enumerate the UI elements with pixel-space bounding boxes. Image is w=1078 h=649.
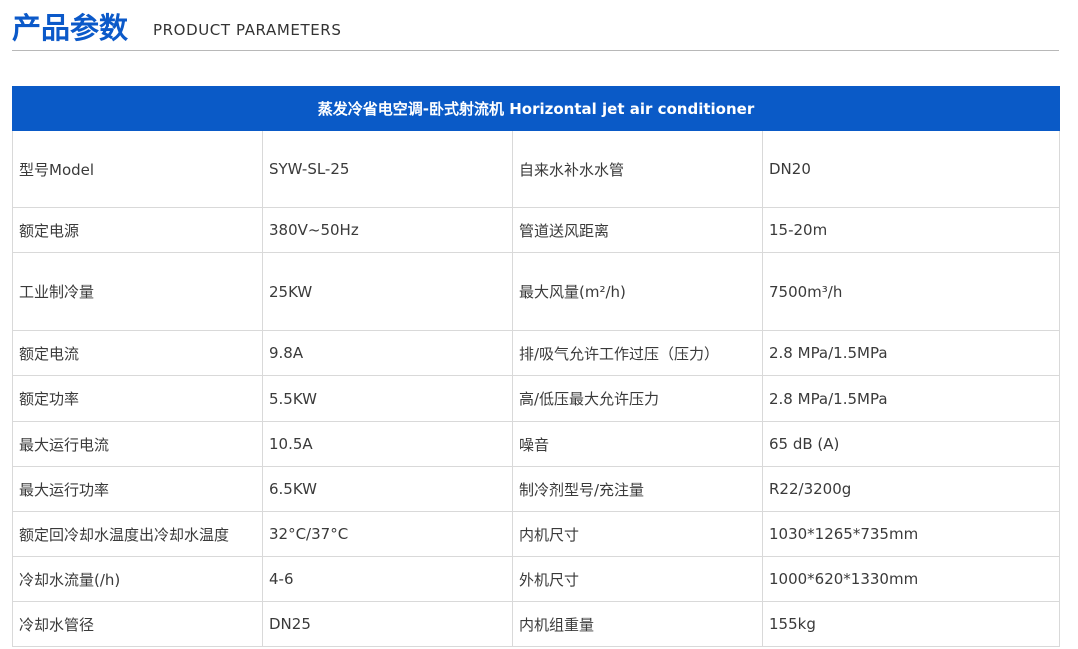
param-value: 6.5KW bbox=[262, 466, 513, 512]
param-value: DN20 bbox=[762, 130, 1060, 208]
param-label: 型号Model bbox=[12, 130, 263, 208]
param-value: 1000*620*1330mm bbox=[762, 556, 1060, 602]
param-label: 外机尺寸 bbox=[512, 556, 763, 602]
param-label: 排/吸气允许工作过压（压力） bbox=[512, 330, 763, 376]
page-header: 产品参数 PRODUCT PARAMETERS bbox=[12, 0, 1059, 51]
param-value: R22/3200g bbox=[762, 466, 1060, 512]
param-value: 5.5KW bbox=[262, 375, 513, 422]
param-label: 额定回冷却水温度出冷却水温度 bbox=[12, 511, 263, 557]
param-value: 25KW bbox=[262, 252, 513, 331]
table-row: 额定功率 5.5KW 高/低压最大允许压力 2.8 MPa/1.5MPa bbox=[12, 375, 1060, 422]
param-value: 10.5A bbox=[262, 421, 513, 467]
param-label: 噪音 bbox=[512, 421, 763, 467]
table-row: 型号Model SYW-SL-25 自来水补水水管 DN20 bbox=[12, 130, 1060, 208]
param-value: 4-6 bbox=[262, 556, 513, 602]
param-label: 最大运行电流 bbox=[12, 421, 263, 467]
param-value: 15-20m bbox=[762, 207, 1060, 253]
param-label: 工业制冷量 bbox=[12, 252, 263, 331]
param-label: 额定电流 bbox=[12, 330, 263, 376]
param-value: 155kg bbox=[762, 601, 1060, 647]
param-value: 9.8A bbox=[262, 330, 513, 376]
param-label: 额定功率 bbox=[12, 375, 263, 422]
param-label: 内机组重量 bbox=[512, 601, 763, 647]
table-row: 最大运行电流 10.5A 噪音 65 dB (A) bbox=[12, 421, 1060, 467]
table-row: 最大运行功率 6.5KW 制冷剂型号/充注量 R22/3200g bbox=[12, 466, 1060, 512]
table-row: 工业制冷量 25KW 最大风量(m²/h) 7500m³/h bbox=[12, 252, 1060, 331]
page-subtitle: PRODUCT PARAMETERS bbox=[153, 21, 342, 39]
param-value: 7500m³/h bbox=[762, 252, 1060, 331]
param-label: 最大风量(m²/h) bbox=[512, 252, 763, 331]
param-label: 管道送风距离 bbox=[512, 207, 763, 253]
product-parameters-table: 蒸发冷省电空调-卧式射流机 Horizontal jet air conditi… bbox=[12, 86, 1060, 647]
table-row: 冷却水流量(/h) 4-6 外机尺寸 1000*620*1330mm bbox=[12, 556, 1060, 602]
param-value: DN25 bbox=[262, 601, 513, 647]
param-value: 2.8 MPa/1.5MPa bbox=[762, 375, 1060, 422]
table-row: 额定电流 9.8A 排/吸气允许工作过压（压力） 2.8 MPa/1.5MPa bbox=[12, 330, 1060, 376]
param-value: 65 dB (A) bbox=[762, 421, 1060, 467]
param-label: 制冷剂型号/充注量 bbox=[512, 466, 763, 512]
param-value: 2.8 MPa/1.5MPa bbox=[762, 330, 1060, 376]
param-label: 自来水补水水管 bbox=[512, 130, 763, 208]
param-value: 32°C/37°C bbox=[262, 511, 513, 557]
param-label: 最大运行功率 bbox=[12, 466, 263, 512]
param-label: 额定电源 bbox=[12, 207, 263, 253]
param-value: 380V~50Hz bbox=[262, 207, 513, 253]
table-caption-row: 蒸发冷省电空调-卧式射流机 Horizontal jet air conditi… bbox=[12, 86, 1060, 131]
param-label: 内机尺寸 bbox=[512, 511, 763, 557]
param-label: 冷却水流量(/h) bbox=[12, 556, 263, 602]
table-row: 额定电源 380V~50Hz 管道送风距离 15-20m bbox=[12, 207, 1060, 253]
param-value: SYW-SL-25 bbox=[262, 130, 513, 208]
page-title: 产品参数 bbox=[12, 11, 129, 45]
table-row: 额定回冷却水温度出冷却水温度 32°C/37°C 内机尺寸 1030*1265*… bbox=[12, 511, 1060, 557]
table-caption: 蒸发冷省电空调-卧式射流机 Horizontal jet air conditi… bbox=[12, 86, 1060, 131]
param-value: 1030*1265*735mm bbox=[762, 511, 1060, 557]
param-label: 冷却水管径 bbox=[12, 601, 263, 647]
table-row: 冷却水管径 DN25 内机组重量 155kg bbox=[12, 601, 1060, 647]
param-label: 高/低压最大允许压力 bbox=[512, 375, 763, 422]
